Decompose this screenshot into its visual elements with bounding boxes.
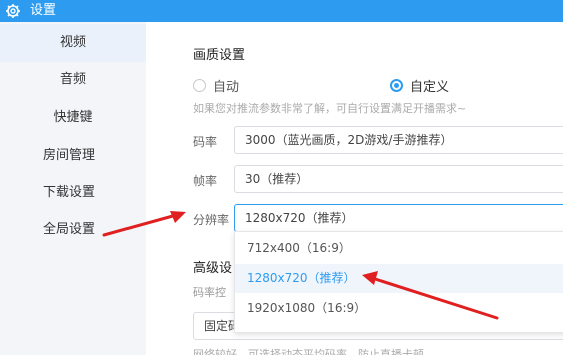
fps-label: 帧率 xyxy=(193,174,218,188)
bitrate-select[interactable]: 3000（蓝光画质，2D游戏/手游推荐） xyxy=(234,126,563,154)
resolution-option-712x400[interactable]: 712x400（16:9） xyxy=(235,234,563,263)
bitrate-label: 码率 xyxy=(193,135,218,149)
sidebar-item-download-settings[interactable]: 下载设置 xyxy=(0,174,146,212)
radio-circle-icon xyxy=(193,78,206,92)
gear-icon xyxy=(6,4,20,18)
mode-custom-radio[interactable]: 自定义 xyxy=(390,76,450,95)
custom-settings-hint: 如果您对推流参数非常了解，可自行设置满足开播需求~ xyxy=(193,102,467,115)
advanced-settings-title: 高级设 xyxy=(193,261,233,276)
bitrate-control-label: 码率控 xyxy=(193,286,226,299)
sidebar-item-label: 下载设置 xyxy=(43,185,96,200)
resolution-select[interactable]: 1280x720（推荐） xyxy=(234,204,563,232)
sidebar-item-label: 视频 xyxy=(59,35,86,50)
resolution-option-1280x720[interactable]: 1280x720（推荐） xyxy=(235,264,563,293)
fps-select[interactable]: 30（推荐） xyxy=(234,165,563,193)
radio-label: 自定义 xyxy=(410,79,450,95)
resolution-option-1920x1080[interactable]: 1920x1080（16:9） xyxy=(235,294,563,323)
settings-content: 画质设置 自动 自定义 如果您对推流参数非常了解，可自行设置满足开播需求~ 码率… xyxy=(146,22,563,355)
settings-sidebar: 视频 音频 快捷键 房间管理 下载设置 全局设置 xyxy=(0,22,146,355)
quality-settings-title: 画质设置 xyxy=(193,48,246,63)
sidebar-item-audio[interactable]: 音频 xyxy=(0,61,146,99)
sidebar-item-label: 全局设置 xyxy=(43,222,96,237)
resolution-label: 分辨率 xyxy=(193,213,230,227)
resolution-dropdown: 712x400（16:9） 1280x720（推荐） 1920x1080（16:… xyxy=(234,231,563,333)
bitrate-control-hint: 网络较好，可选择动态平均码率，防止直播卡顿 xyxy=(193,348,424,355)
radio-checked-icon xyxy=(390,78,403,92)
window-title: 设置 xyxy=(30,3,57,18)
mode-auto-radio[interactable]: 自动 xyxy=(193,76,240,95)
sidebar-item-room-management[interactable]: 房间管理 xyxy=(0,137,146,175)
title-bar: 设置 xyxy=(0,0,563,22)
sidebar-item-hotkeys[interactable]: 快捷键 xyxy=(0,99,146,137)
sidebar-item-label: 快捷键 xyxy=(53,110,93,125)
radio-label: 自动 xyxy=(213,79,240,95)
sidebar-item-video[interactable]: 视频 xyxy=(0,24,146,62)
sidebar-item-global-settings[interactable]: 全局设置 xyxy=(0,211,146,249)
sidebar-item-label: 房间管理 xyxy=(43,148,96,163)
sidebar-item-label: 音频 xyxy=(59,72,86,87)
